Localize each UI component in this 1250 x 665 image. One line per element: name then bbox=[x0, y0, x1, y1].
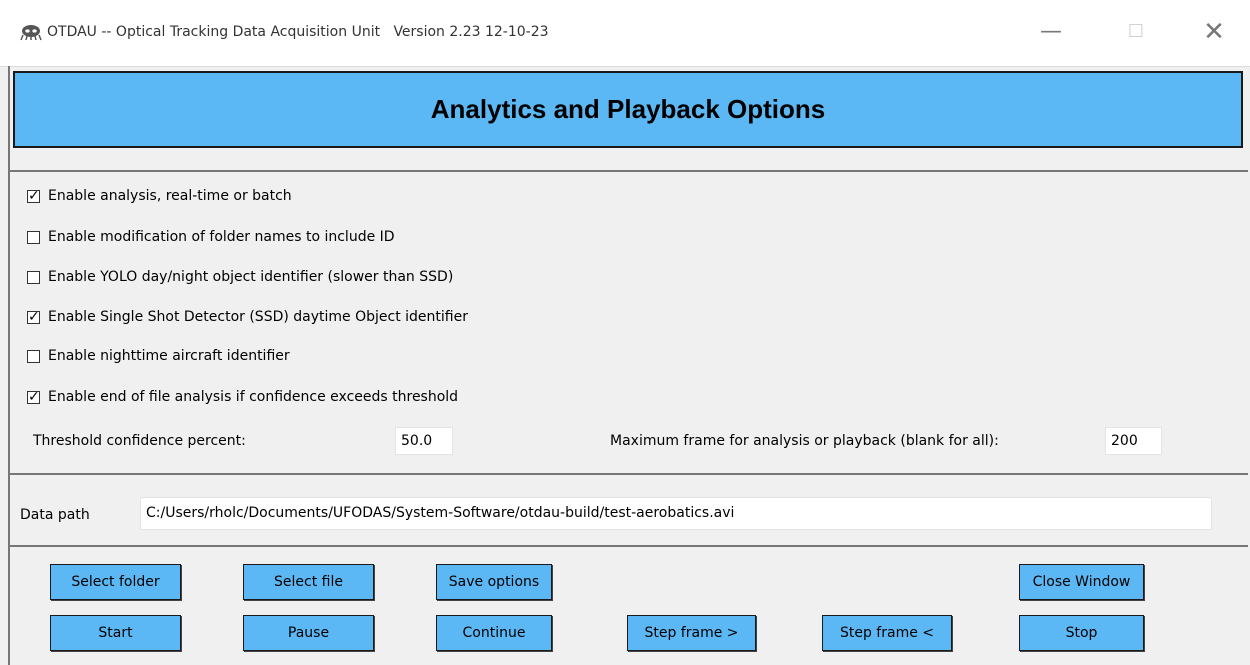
threshold-label: Threshold confidence percent: bbox=[33, 433, 246, 449]
option-label: Enable Single Shot Detector (SSD) daytim… bbox=[48, 309, 468, 325]
window-version: Version 2.23 12-10-23 bbox=[393, 24, 549, 40]
checkbox-ssd[interactable] bbox=[27, 308, 40, 326]
window-titlebar[interactable]: OTDAU -- Optical Tracking Data Acquisiti… bbox=[0, 0, 1250, 67]
select-folder-button[interactable]: Select folder bbox=[50, 564, 181, 600]
option-label: Enable nighttime aircraft identifier bbox=[48, 348, 290, 364]
checkbox-end-of-file[interactable] bbox=[27, 388, 40, 406]
page-title: Analytics and Playback Options bbox=[430, 94, 826, 124]
threshold-input[interactable]: 50.0 bbox=[395, 427, 453, 455]
maximize-button[interactable]: ☐ bbox=[1116, 18, 1156, 46]
stop-button[interactable]: Stop bbox=[1019, 615, 1144, 651]
checkbox-nighttime[interactable] bbox=[27, 349, 40, 363]
option-label: Enable modification of folder names to i… bbox=[48, 229, 395, 245]
max-frame-input[interactable]: 200 bbox=[1105, 427, 1162, 455]
step-forward-button[interactable]: Step frame > bbox=[627, 615, 756, 651]
option-yolo[interactable]: Enable YOLO day/night object identifier … bbox=[27, 267, 453, 287]
select-file-button[interactable]: Select file bbox=[243, 564, 374, 600]
close-window-button[interactable]: Close Window bbox=[1019, 564, 1144, 600]
step-back-button[interactable]: Step frame < bbox=[822, 615, 952, 651]
checkbox-analysis[interactable] bbox=[27, 187, 40, 205]
checkbox-yolo[interactable] bbox=[27, 270, 40, 284]
option-ssd[interactable]: Enable Single Shot Detector (SSD) daytim… bbox=[27, 307, 468, 327]
option-nighttime[interactable]: Enable nighttime aircraft identifier bbox=[27, 346, 290, 366]
option-label: Enable YOLO day/night object identifier … bbox=[48, 269, 454, 285]
option-label: Enable end of file analysis if confidenc… bbox=[48, 389, 459, 405]
option-label: Enable analysis, real-time or batch bbox=[48, 188, 292, 204]
data-path-input[interactable]: C:/Users/rholc/Documents/UFODAS/System-S… bbox=[140, 497, 1212, 530]
checkbox-folder-names[interactable] bbox=[27, 230, 40, 244]
continue-button[interactable]: Continue bbox=[436, 615, 552, 651]
window-title: OTDAU -- Optical Tracking Data Acquisiti… bbox=[47, 24, 549, 40]
option-enable-analysis[interactable]: Enable analysis, real-time or batch bbox=[27, 186, 292, 206]
window-title-name: OTDAU -- Optical Tracking Data Acquisiti… bbox=[47, 24, 381, 40]
max-frame-label: Maximum frame for analysis or playback (… bbox=[610, 433, 999, 449]
pause-button[interactable]: Pause bbox=[243, 615, 374, 651]
save-options-button[interactable]: Save options bbox=[436, 564, 552, 600]
start-button[interactable]: Start bbox=[50, 615, 181, 651]
close-icon[interactable]: ✕ bbox=[1194, 18, 1234, 46]
header-banner: Analytics and Playback Options bbox=[13, 71, 1243, 148]
minimize-button[interactable]: — bbox=[1031, 18, 1071, 46]
option-folder-names[interactable]: Enable modification of folder names to i… bbox=[27, 227, 395, 247]
option-end-of-file[interactable]: Enable end of file analysis if confidenc… bbox=[27, 387, 458, 407]
alien-icon bbox=[20, 25, 42, 41]
data-path-label: Data path bbox=[20, 507, 90, 523]
